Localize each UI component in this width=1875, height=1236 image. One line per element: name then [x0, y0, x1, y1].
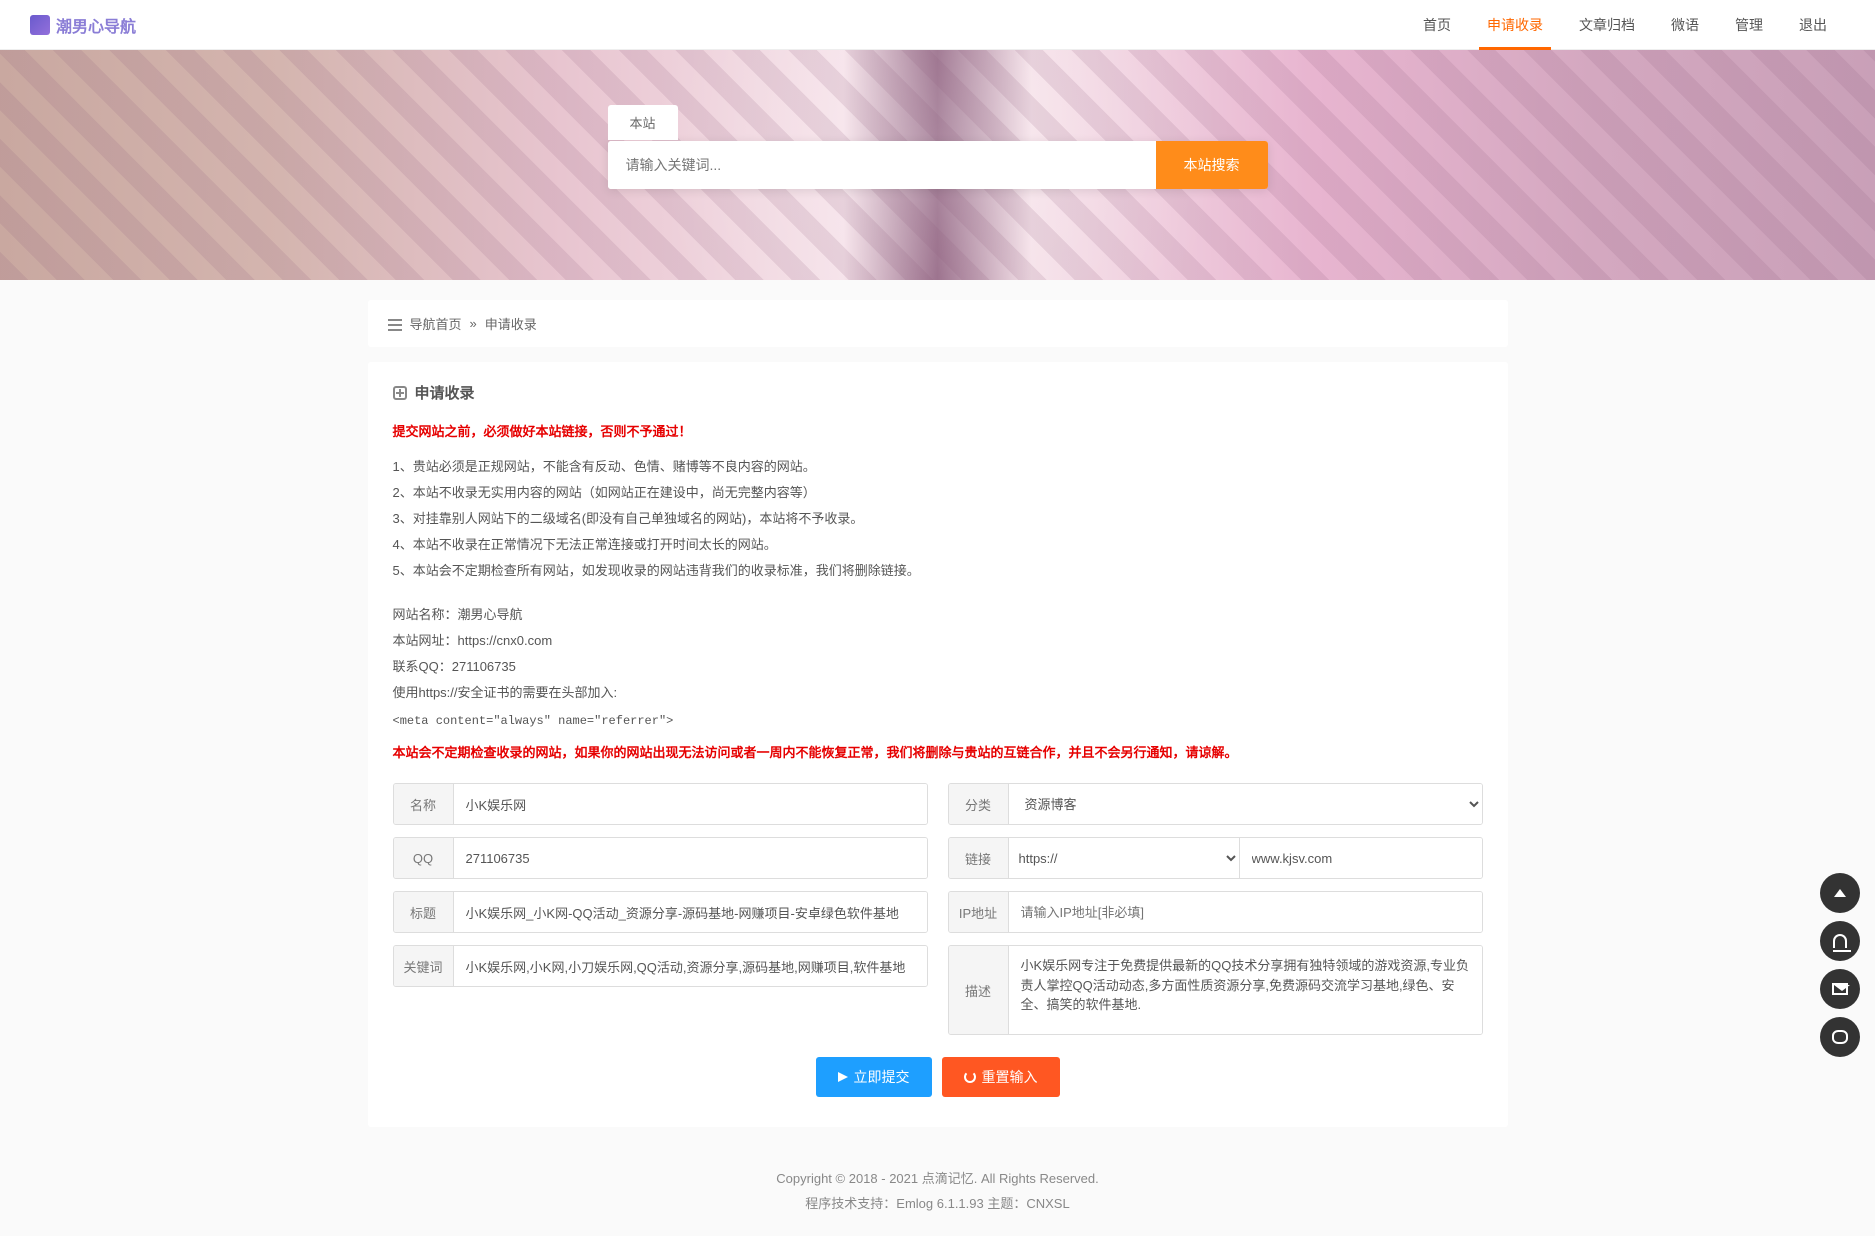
reset-button[interactable]: 重置输入: [942, 1057, 1060, 1097]
plus-icon: [393, 386, 407, 400]
search-input[interactable]: [608, 141, 1156, 189]
field-qq: QQ: [393, 837, 928, 879]
panel-title: 申请收录: [393, 382, 1483, 403]
select-protocol[interactable]: https://: [1009, 838, 1240, 878]
input-qq[interactable]: [454, 838, 927, 878]
search-wrap: 本站 本站搜索: [608, 141, 1268, 189]
apply-panel: 申请收录 提交网站之前，必须做好本站链接，否则不予通过！ 1、贵站必须是正规网站…: [368, 362, 1508, 1127]
search-button[interactable]: 本站搜索: [1156, 141, 1268, 189]
field-ip: IP地址: [948, 891, 1483, 933]
input-keywords[interactable]: [454, 946, 927, 986]
button-row: 立即提交 重置输入: [393, 1057, 1483, 1097]
rule-2: 2、本站不收录无实用内容的网站（如网站正在建设中，尚无完整内容等）: [393, 480, 1483, 506]
label-link: 链接: [949, 838, 1009, 878]
rule-1: 1、贵站必须是正规网站，不能含有反动、色情、赌博等不良内容的网站。: [393, 454, 1483, 480]
footer-tech-link[interactable]: Emlog 6.1.1.93: [896, 1196, 983, 1211]
nav-links: 首页 申请收录 文章归档 微语 管理 退出: [1405, 0, 1845, 50]
chevron-up-icon: [1834, 889, 1846, 897]
footer-tech: 程序技术支持：Emlog 6.1.1.93 主题：CNXSL: [0, 1192, 1875, 1217]
floating-buttons: [1820, 873, 1860, 1057]
input-link[interactable]: [1240, 838, 1482, 878]
rules-list: 1、贵站必须是正规网站，不能含有反动、色情、赌博等不良内容的网站。 2、本站不收…: [393, 454, 1483, 584]
breadcrumb-current: 申请收录: [485, 314, 537, 333]
mail-icon: [1832, 983, 1848, 995]
refresh-icon: [964, 1071, 976, 1083]
page-footer: Copyright © 2018 - 2021 点滴记忆. All Rights…: [0, 1147, 1875, 1236]
field-keywords: 关键词: [393, 945, 928, 987]
rule-5: 5、本站会不定期检查所有网站，如发现收录的网站违背我们的收录标准，我们将删除链接…: [393, 558, 1483, 584]
field-category: 分类 资源博客: [948, 783, 1483, 825]
meta-code: <meta content="always" name="referrer">: [393, 714, 1483, 728]
input-ip[interactable]: [1009, 892, 1482, 932]
nav-archive[interactable]: 文章归档: [1561, 0, 1653, 50]
select-category[interactable]: 资源博客: [1009, 784, 1482, 824]
search-tab-local[interactable]: 本站: [608, 105, 678, 140]
breadcrumb-home[interactable]: 导航首页: [410, 314, 462, 333]
nav-apply[interactable]: 申请收录: [1469, 0, 1561, 50]
wechat-icon: [1832, 1030, 1848, 1044]
site-logo[interactable]: 潮男心导航: [30, 13, 136, 37]
notify-button[interactable]: [1820, 921, 1860, 961]
reset-label: 重置输入: [982, 1067, 1038, 1087]
logo-icon: [30, 15, 50, 35]
rule-3: 3、对挂靠别人网站下的二级域名(即没有自己单独域名的网站)，本站将不予收录。: [393, 506, 1483, 532]
label-desc: 描述: [949, 946, 1009, 1034]
rule-4: 4、本站不收录在正常情况下无法正常连接或打开时间太长的网站。: [393, 532, 1483, 558]
panel-title-text: 申请收录: [415, 382, 475, 403]
nav-home[interactable]: 首页: [1405, 0, 1469, 50]
breadcrumb-sep: »: [470, 316, 477, 331]
submit-label: 立即提交: [854, 1067, 910, 1087]
hero-banner: 本站 本站搜索: [0, 50, 1875, 280]
warning-bottom: 本站会不定期检查收录的网站，如果你的网站出现无法访问或者一周内不能恢复正常，我们…: [393, 742, 1483, 761]
input-title[interactable]: [454, 892, 927, 932]
submit-button[interactable]: 立即提交: [816, 1057, 932, 1097]
scroll-top-button[interactable]: [1820, 873, 1860, 913]
field-name: 名称: [393, 783, 928, 825]
field-desc: 描述: [948, 945, 1483, 1035]
nav-weiyu[interactable]: 微语: [1653, 0, 1717, 50]
mail-button[interactable]: [1820, 969, 1860, 1009]
nav-admin[interactable]: 管理: [1717, 0, 1781, 50]
list-icon: [388, 317, 402, 331]
label-keywords: 关键词: [394, 946, 454, 986]
apply-form: 名称 分类 资源博客 QQ 链接 https://: [393, 783, 1483, 1035]
footer-theme-link[interactable]: CNXSL: [1026, 1196, 1069, 1211]
textarea-desc[interactable]: [1009, 946, 1482, 1034]
nav-logout[interactable]: 退出: [1781, 0, 1845, 50]
input-name[interactable]: [454, 784, 927, 824]
label-name: 名称: [394, 784, 454, 824]
logo-text: 潮男心导航: [56, 13, 136, 37]
bell-icon: [1833, 934, 1847, 948]
send-icon: [838, 1072, 848, 1082]
footer-copyright: Copyright © 2018 - 2021 点滴记忆. All Rights…: [0, 1167, 1875, 1192]
label-title: 标题: [394, 892, 454, 932]
label-category: 分类: [949, 784, 1009, 824]
warning-top: 提交网站之前，必须做好本站链接，否则不予通过！: [393, 421, 1483, 440]
navbar: 潮男心导航 首页 申请收录 文章归档 微语 管理 退出: [0, 0, 1875, 50]
search-tabs: 本站: [608, 105, 678, 140]
label-qq: QQ: [394, 838, 454, 878]
field-title: 标题: [393, 891, 928, 933]
site-info: 网站名称：潮男心导航 本站网址：https://cnx0.com 联系QQ：27…: [393, 602, 1483, 706]
label-ip: IP地址: [949, 892, 1009, 932]
field-link: 链接 https://: [948, 837, 1483, 879]
breadcrumb: 导航首页 » 申请收录: [368, 300, 1508, 347]
wechat-button[interactable]: [1820, 1017, 1860, 1057]
search-bar: 本站搜索: [608, 141, 1268, 189]
